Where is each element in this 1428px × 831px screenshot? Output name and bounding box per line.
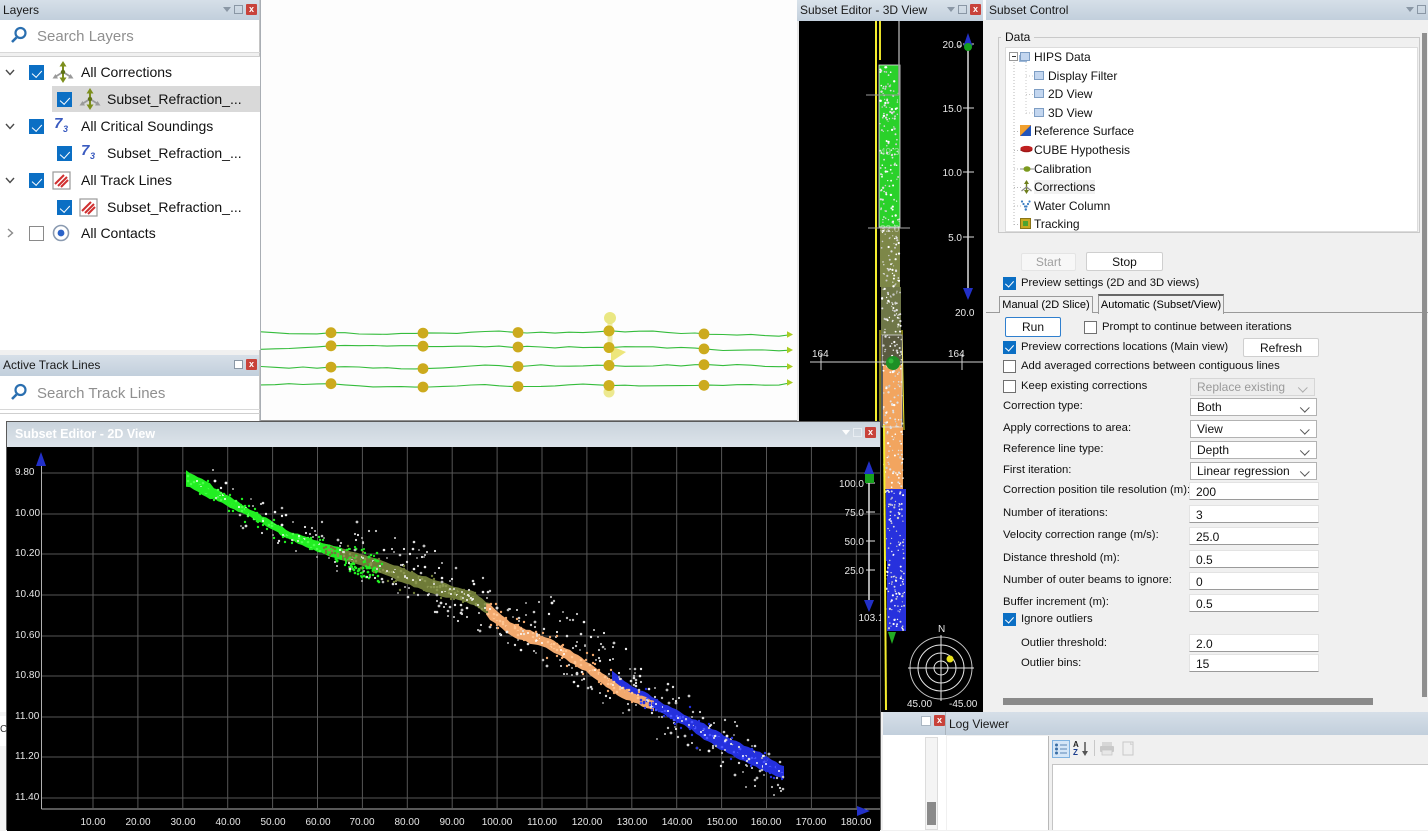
- svg-text:100.0: 100.0: [839, 479, 864, 490]
- svg-text:32.0: 32.0: [880, 224, 900, 235]
- svg-text:49.3: 49.3: [880, 147, 900, 158]
- svg-text:45.00: 45.00: [907, 699, 932, 710]
- svg-text:164: 164: [948, 349, 965, 360]
- svg-text:50.0: 50.0: [845, 537, 865, 548]
- svg-text:5.0: 5.0: [948, 233, 962, 244]
- svg-text:20.0: 20.0: [955, 308, 975, 319]
- svg-text:15.0: 15.0: [943, 104, 963, 115]
- svg-text:164: 164: [812, 349, 829, 360]
- svg-text:75.0: 75.0: [845, 508, 865, 519]
- svg-text:10.0: 10.0: [943, 168, 963, 179]
- svg-text:25.0: 25.0: [845, 566, 865, 577]
- svg-text:-45.00: -45.00: [949, 699, 978, 710]
- svg-text:103.1: 103.1: [858, 613, 881, 624]
- svg-text:N: N: [938, 624, 945, 635]
